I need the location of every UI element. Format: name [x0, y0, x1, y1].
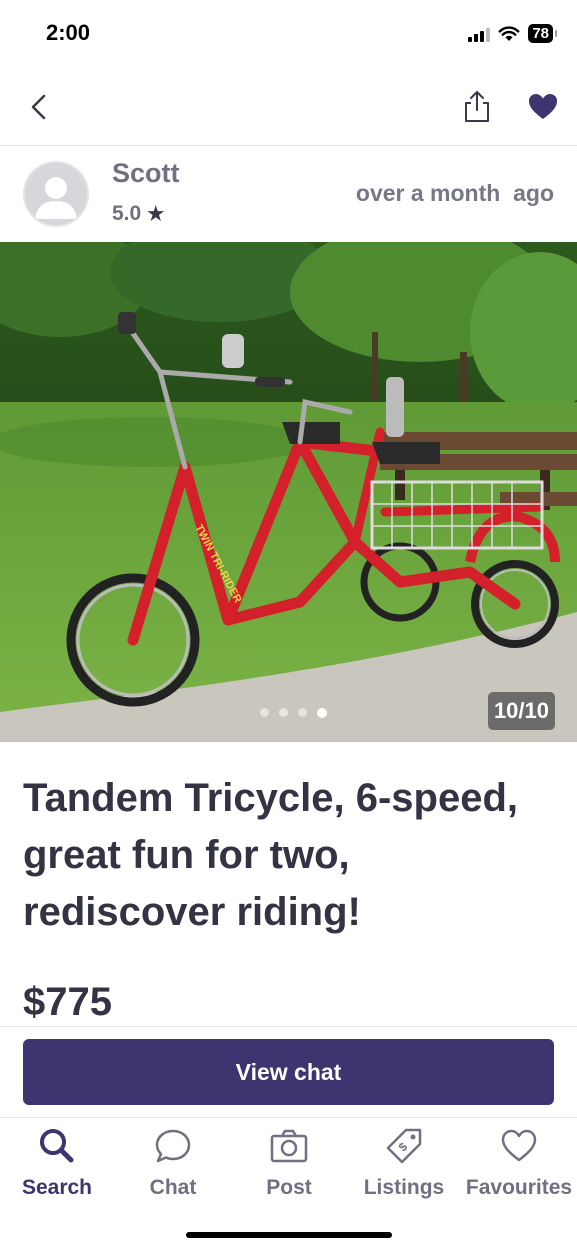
share-button[interactable]: [460, 88, 494, 126]
price-tag-icon: $: [386, 1128, 422, 1164]
carousel-dot-active[interactable]: [317, 708, 327, 718]
carousel-dots: [260, 708, 327, 718]
tab-listings[interactable]: $ Listings: [344, 1126, 464, 1200]
seller-avatar[interactable]: [23, 161, 89, 227]
view-chat-button[interactable]: View chat: [23, 1039, 554, 1105]
seller-name[interactable]: Scott: [112, 158, 180, 189]
tab-favourites[interactable]: Favourites: [459, 1126, 577, 1200]
listing-title: Tandem Tricycle, 6-speed, great fun for …: [23, 776, 519, 934]
heart-filled-icon: [529, 94, 557, 119]
tab-label: Favourites: [465, 1176, 573, 1199]
carousel-dot[interactable]: [298, 708, 307, 717]
carousel-dot[interactable]: [279, 708, 288, 717]
home-indicator: [186, 1232, 392, 1238]
heart-outline-icon: [501, 1129, 537, 1162]
camera-icon: [270, 1129, 308, 1163]
back-button[interactable]: [24, 88, 58, 126]
listing-price: $775: [23, 980, 112, 1024]
tab-label: Search: [21, 1176, 93, 1199]
status-icons: 78: [468, 24, 557, 43]
status-time: 2:00: [46, 20, 91, 45]
rating-value: 5.0: [112, 202, 142, 225]
listing-photo[interactable]: TWIN TRI-RIDER 10/10: [0, 242, 577, 742]
chevron-left-icon: [31, 94, 46, 120]
carousel-dot[interactable]: [260, 708, 269, 717]
navigation-bar: [0, 70, 577, 146]
tab-chat[interactable]: Chat: [113, 1126, 233, 1200]
user-placeholder-icon: [25, 163, 87, 225]
photo-counter: 10/10: [487, 692, 555, 730]
seller-rating: 5.0 ★: [112, 202, 164, 226]
search-icon: [40, 1129, 74, 1163]
tandem-tricycle-photo: TWIN TRI-RIDER: [0, 242, 577, 742]
seller-info[interactable]: Scott 5.0 ★ over a month ago: [0, 146, 577, 242]
svg-text:$: $: [396, 1140, 411, 1155]
tab-search[interactable]: Search: [0, 1126, 117, 1200]
tab-bar: Search Chat Post $ Listings Favourites: [0, 1117, 577, 1217]
battery-indicator: 78: [528, 24, 557, 43]
chat-bubble-icon: [155, 1129, 191, 1163]
favourite-button[interactable]: [526, 90, 560, 124]
posted-time: over a month ago: [355, 180, 554, 206]
cellular-signal-icon: [468, 26, 491, 42]
wifi-icon: [498, 25, 520, 41]
star-icon: ★: [147, 203, 165, 225]
status-bar: 2:00 78: [0, 0, 577, 70]
divider: [0, 1026, 577, 1027]
tab-label: Listings: [363, 1176, 445, 1199]
tab-label: Chat: [149, 1176, 197, 1199]
share-icon: [465, 91, 489, 122]
tab-label: Post: [266, 1176, 312, 1199]
tab-post[interactable]: Post: [229, 1126, 349, 1200]
